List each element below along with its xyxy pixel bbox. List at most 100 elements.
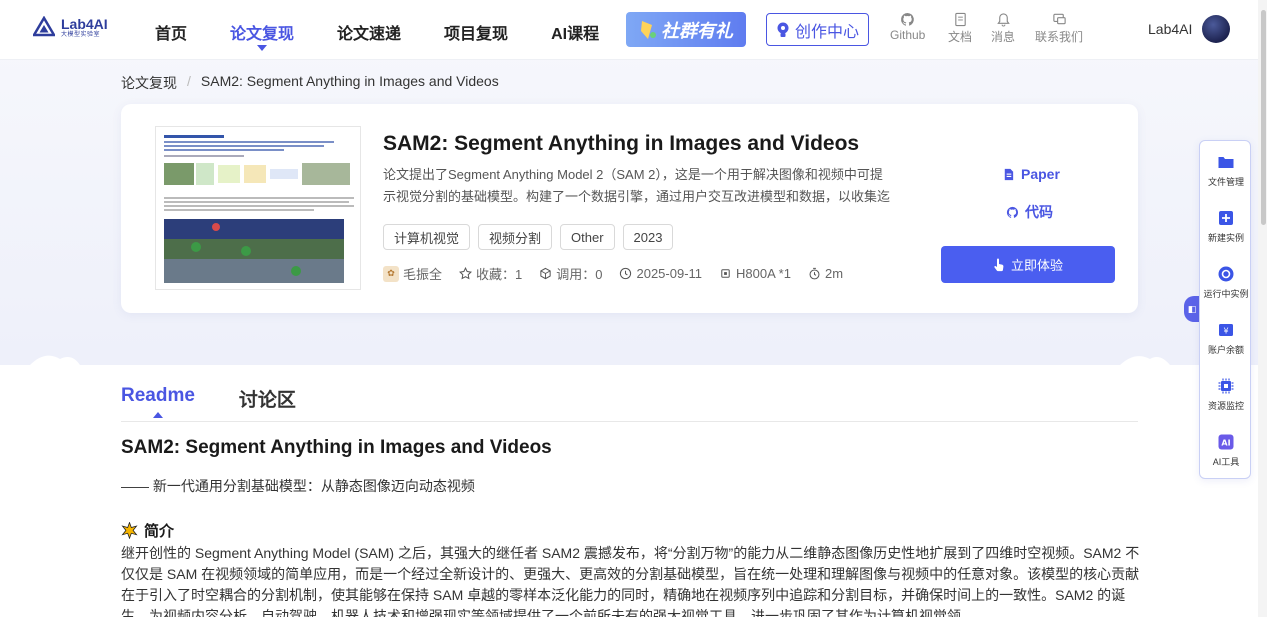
tool-label: 消息 (991, 30, 1016, 44)
contact-link[interactable]: 联系我们 (1035, 12, 1083, 45)
panel-ai-tools[interactable]: AI AI工具 (1200, 433, 1252, 468)
github-link[interactable]: Github (890, 12, 925, 42)
nav-home[interactable]: 首页 (155, 20, 187, 44)
gpu-value: H800A *1 (736, 266, 791, 281)
gift-icon (641, 20, 656, 39)
tab-readme[interactable]: Readme (121, 385, 195, 418)
tab-label: Readme (121, 385, 195, 406)
paper-card: SAM2: Segment Anything in Images and Vid… (121, 104, 1138, 313)
floating-tool-panel: 文件管理 新建实例 运行中实例 ¥ 账户余额 资源监控 AI AI工具 (1199, 140, 1251, 479)
panel-label: 新建实例 (1207, 233, 1244, 243)
nav-label: 论文复现 (230, 26, 295, 43)
timer-icon (809, 267, 820, 280)
panel-running-instances[interactable]: 运行中实例 (1200, 265, 1252, 300)
tag[interactable]: Other (560, 224, 615, 250)
favorites[interactable]: 收藏：1 (459, 264, 522, 283)
top-header: Lab4AI 大模型实验室 首页 论文复现 论文速递 项目复现 AI课程 社群有… (0, 0, 1267, 60)
panel-toggle-handle[interactable]: ◧ (1184, 296, 1200, 322)
document-icon (954, 12, 966, 27)
creation-center-button[interactable]: 创作中心 (766, 13, 869, 46)
tool-label: 联系我们 (1035, 30, 1084, 44)
date: 2025-09-11 (619, 266, 702, 281)
paper-link-label: Paper (1021, 166, 1060, 182)
paper-thumbnail[interactable] (155, 126, 361, 290)
nav-paper-reproduction[interactable]: 论文复现 (230, 20, 295, 51)
avatar (1202, 15, 1231, 43)
community-gift-banner[interactable]: 社群有礼 (626, 12, 746, 47)
code-link-label: 代码 (1025, 204, 1053, 220)
breadcrumb-separator: / (187, 73, 191, 89)
chip-icon (721, 269, 730, 278)
tab-divider (121, 421, 1138, 422)
readme-content: SAM2: Segment Anything in Images and Vid… (121, 437, 1141, 617)
tool-label: 文档 (948, 30, 973, 44)
author-avatar: ✿ (383, 265, 399, 282)
github-icon (1006, 206, 1019, 218)
panel-account-balance[interactable]: ¥ 账户余额 (1200, 321, 1252, 356)
github-icon (901, 12, 915, 26)
clock-icon (620, 267, 632, 280)
panel-label: 运行中实例 (1203, 289, 1249, 299)
folder-icon (1218, 157, 1234, 168)
content-tabs: Readme 讨论区 (121, 385, 296, 418)
docs-link[interactable]: 文档 (948, 12, 972, 45)
messages-link[interactable]: 消息 (991, 12, 1015, 45)
section-heading: 简介 (121, 520, 1141, 541)
wallet-icon: ¥ (1219, 324, 1233, 336)
panel-new-instance[interactable]: 新建实例 (1200, 209, 1252, 244)
scrollbar-thumb[interactable] (1261, 10, 1266, 225)
chat-icon (1052, 13, 1066, 25)
nav-paper-express[interactable]: 论文速递 (337, 20, 401, 44)
calls-count: 调用：0 (556, 267, 603, 282)
paper-title[interactable]: SAM2: Segment Anything in Images and Vid… (383, 132, 859, 156)
favorites-count: 收藏：1 (476, 267, 523, 282)
breadcrumb-root[interactable]: 论文复现 (121, 73, 177, 93)
user-name: Lab4AI (1148, 21, 1193, 37)
panel-label: 账户余额 (1207, 345, 1244, 355)
nav-project-reproduction[interactable]: 项目复现 (444, 20, 508, 44)
file-icon (1004, 168, 1014, 180)
paper-link[interactable]: Paper (1002, 166, 1060, 182)
tab-discussion[interactable]: 讨论区 (239, 385, 296, 412)
section-title: 简介 (144, 523, 175, 540)
bell-icon (996, 13, 1010, 27)
cpu-icon (1218, 378, 1234, 394)
code-link[interactable]: 代码 (1006, 202, 1053, 222)
gpu: H800A *1 (719, 266, 791, 281)
create-label: 创作中心 (794, 23, 859, 41)
add-instance-icon (1219, 211, 1233, 225)
panel-label: 资源监控 (1207, 401, 1244, 411)
breadcrumb: 论文复现 / SAM2: Segment Anything in Images … (121, 73, 499, 93)
logo[interactable]: Lab4AI 大模型实验室 (33, 16, 108, 38)
readme-title: SAM2: Segment Anything in Images and Vid… (121, 437, 552, 458)
running-icon (1218, 266, 1234, 282)
intro-paragraph: 继开创性的 Segment Anything Model (SAM) 之后，其强… (121, 545, 1140, 617)
author-name: 毛振全 (403, 267, 443, 282)
duration: 2m (808, 266, 843, 281)
tag[interactable]: 2023 (622, 224, 674, 250)
logo-icon (33, 16, 55, 37)
nav-ai-courses[interactable]: AI课程 (551, 20, 599, 44)
star-icon (459, 267, 473, 280)
tag[interactable]: 视频分割 (478, 224, 553, 250)
tool-label: Github (890, 28, 926, 42)
logo-name: Lab4AI (61, 15, 108, 32)
author: ✿ 毛振全 (383, 264, 442, 283)
panel-file-management[interactable]: 文件管理 (1200, 153, 1252, 188)
tag[interactable]: 计算机视觉 (383, 224, 471, 250)
panel-label: 文件管理 (1207, 177, 1244, 187)
duration-value: 2m (824, 266, 844, 281)
try-now-button[interactable]: 立即体验 (941, 246, 1115, 283)
pointer-hand-icon (994, 258, 1004, 271)
logo-subtitle: 大模型实验室 (61, 31, 101, 38)
user-menu[interactable]: Lab4AI (1148, 15, 1231, 43)
try-now-label: 立即体验 (1010, 258, 1063, 273)
main-nav: 首页 论文复现 论文速递 项目复现 AI课程 (155, 20, 599, 51)
breadcrumb-current: SAM2: Segment Anything in Images and Vid… (200, 73, 499, 89)
cube-icon (540, 267, 551, 280)
paper-description: 论文提出了Segment Anything Model 2（SAM 2），这是一… (383, 167, 891, 204)
panel-resource-monitor[interactable]: 资源监控 (1200, 377, 1252, 412)
ai-tools-icon: AI (1218, 434, 1234, 450)
cloud-divider (0, 355, 1267, 375)
paper-meta: ✿ 毛振全 收藏：1 调用：0 2025-09-11 H800A *1 2m (383, 264, 860, 283)
